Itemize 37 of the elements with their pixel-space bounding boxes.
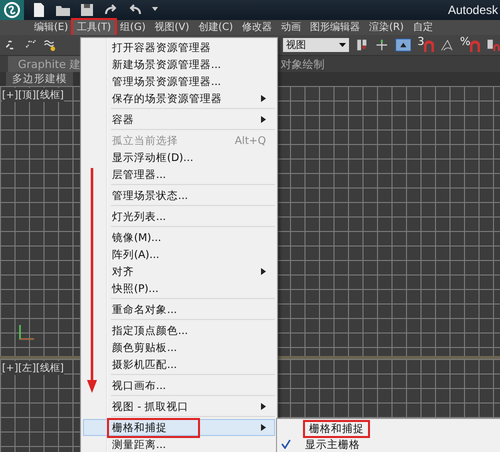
menu-item[interactable]: 镜像(M)... xyxy=(83,229,275,246)
ribbon-panel-label[interactable]: 多边形建模 xyxy=(6,72,73,86)
menu-bar-item[interactable]: 创建(C) xyxy=(194,20,238,35)
menu-item[interactable]: 层管理器... xyxy=(83,166,275,183)
menu-item[interactable]: 管理场景状态... xyxy=(83,187,275,204)
menu-item[interactable]: 栅格和捕捉 xyxy=(83,419,275,436)
menu-item[interactable]: 打开容器资源管理器 xyxy=(83,39,275,56)
menu-item[interactable]: 快照(P)... xyxy=(83,280,275,297)
menu-bar-item[interactable]: 组(G) xyxy=(116,20,150,35)
menu-item[interactable]: 对齐 xyxy=(83,263,275,280)
menu-bar-item[interactable]: 编辑(E) xyxy=(30,20,72,35)
menu-bar-item[interactable]: 渲染(R) xyxy=(365,20,408,35)
menu-item[interactable]: 视图 - 抓取视口 xyxy=(83,398,275,415)
menu-item[interactable]: 重命名对象... xyxy=(83,301,275,318)
submenu-item[interactable]: 显示主栅格 xyxy=(277,437,500,452)
menu-bar-item[interactable]: 工具(T) xyxy=(73,20,116,35)
view-dropdown[interactable]: 视图 xyxy=(282,38,350,52)
menu-item[interactable]: 保存的场景资源管理器 xyxy=(83,90,275,107)
menu-item[interactable]: 管理场景资源管理器... xyxy=(83,73,275,90)
menu-bar-item[interactable]: 图形编辑器 xyxy=(306,20,364,35)
menu-bar-item[interactable]: 动画 xyxy=(277,20,306,35)
menu-item[interactable]: 测量距离... xyxy=(83,436,275,452)
menu-item[interactable]: 灯光列表... xyxy=(83,208,275,225)
menu-bar-item[interactable]: 视图(V) xyxy=(150,20,194,35)
submenu-item[interactable]: 栅格和捕捉 xyxy=(277,421,500,437)
viewport-label[interactable]: [+][左][线框] xyxy=(2,361,64,375)
viewport-label[interactable]: [+][顶][线框] xyxy=(2,88,64,102)
menu-bar-item[interactable]: 修改器 xyxy=(238,20,276,35)
menu-item[interactable]: 显示浮动框(D)... xyxy=(83,149,275,166)
menu-item[interactable]: 阵列(A)... xyxy=(83,246,275,263)
menu-item[interactable]: 颜色剪贴板... xyxy=(83,339,275,356)
menu-item[interactable]: 容器 xyxy=(83,111,275,128)
menu-item[interactable]: 视口画布... xyxy=(83,377,275,394)
menu-item[interactable]: 摄影机匹配... xyxy=(83,356,275,373)
menu-bar-item[interactable]: 自定 xyxy=(408,20,437,35)
menu-item[interactable]: 指定顶点颜色... xyxy=(83,322,275,339)
window-title: Autodesk xyxy=(448,3,499,17)
